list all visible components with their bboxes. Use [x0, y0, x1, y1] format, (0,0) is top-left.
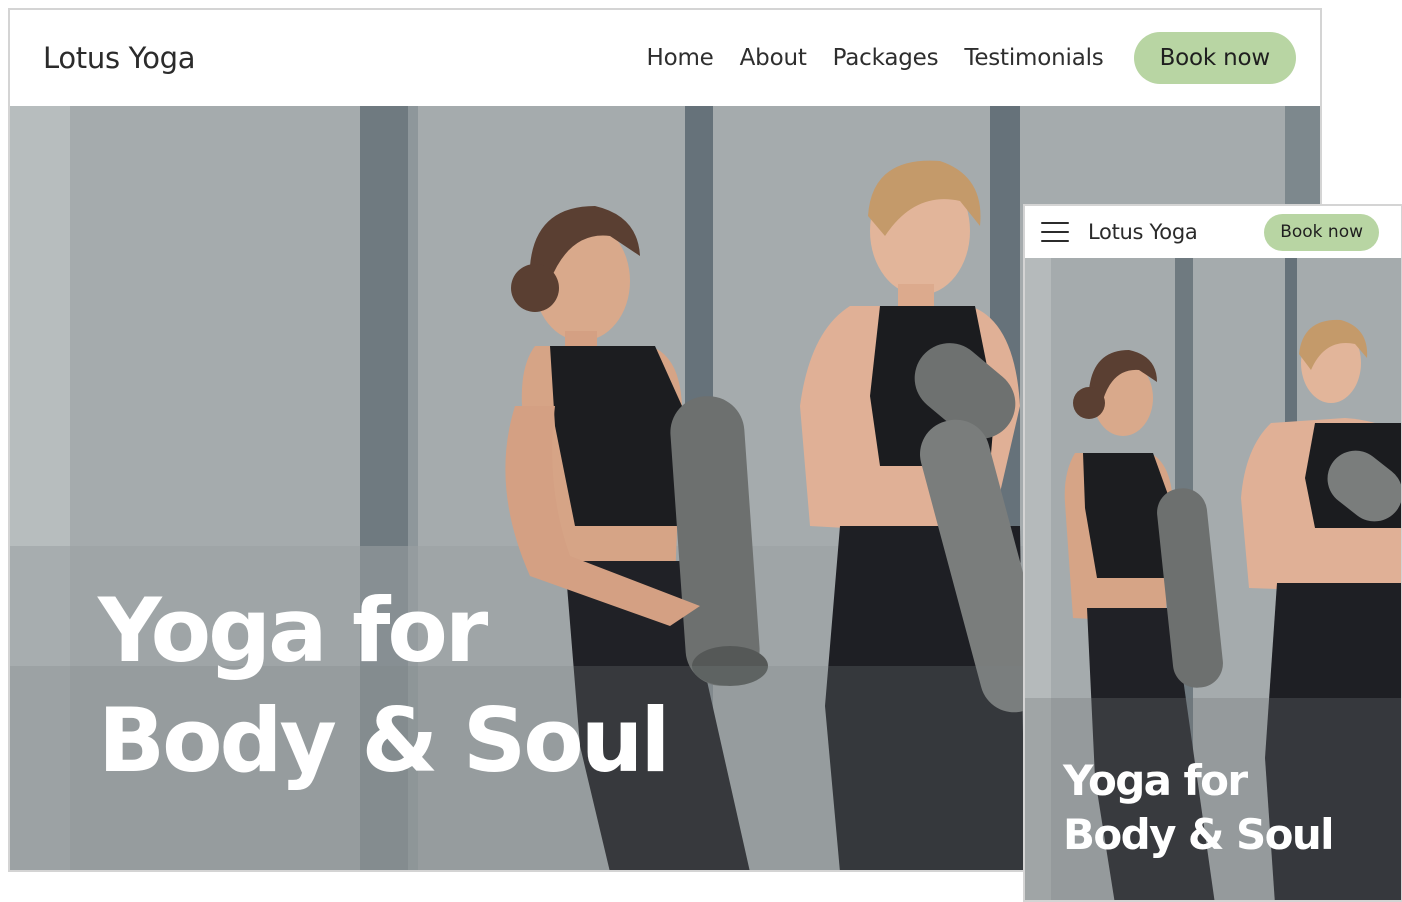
hero-title-line-2: Body & Soul: [98, 689, 671, 792]
book-now-button[interactable]: Book now: [1133, 32, 1296, 84]
hero-title: Yoga for Body & Soul: [98, 576, 671, 796]
mobile-navbar: Lotus Yoga Book now: [1025, 206, 1401, 258]
mobile-hero-title-line-1: Yoga for: [1063, 756, 1248, 805]
nav-link-packages[interactable]: Packages: [833, 45, 939, 71]
mobile-book-now-button[interactable]: Book now: [1264, 213, 1379, 251]
nav-link-about[interactable]: About: [740, 45, 807, 71]
nav-link-home[interactable]: Home: [647, 45, 714, 71]
mobile-hero-title: Yoga for Body & Soul: [1063, 754, 1335, 862]
nav-links: Home About Packages Testimonials: [647, 45, 1104, 71]
mobile-brand-logo[interactable]: Lotus Yoga: [1088, 220, 1198, 244]
mobile-hero-title-line-2: Body & Soul: [1063, 810, 1335, 859]
nav-link-testimonials[interactable]: Testimonials: [964, 45, 1103, 71]
brand-logo[interactable]: Lotus Yoga: [43, 41, 196, 75]
mobile-hero-section: Yoga for Body & Soul: [1025, 258, 1401, 900]
mobile-preview: Lotus Yoga Book now Yoga for Body & Soul: [1023, 204, 1402, 902]
hero-title-line-1: Yoga for: [98, 579, 488, 682]
hamburger-icon[interactable]: [1041, 222, 1069, 242]
desktop-navbar: Lotus Yoga Home About Packages Testimoni…: [10, 10, 1320, 106]
